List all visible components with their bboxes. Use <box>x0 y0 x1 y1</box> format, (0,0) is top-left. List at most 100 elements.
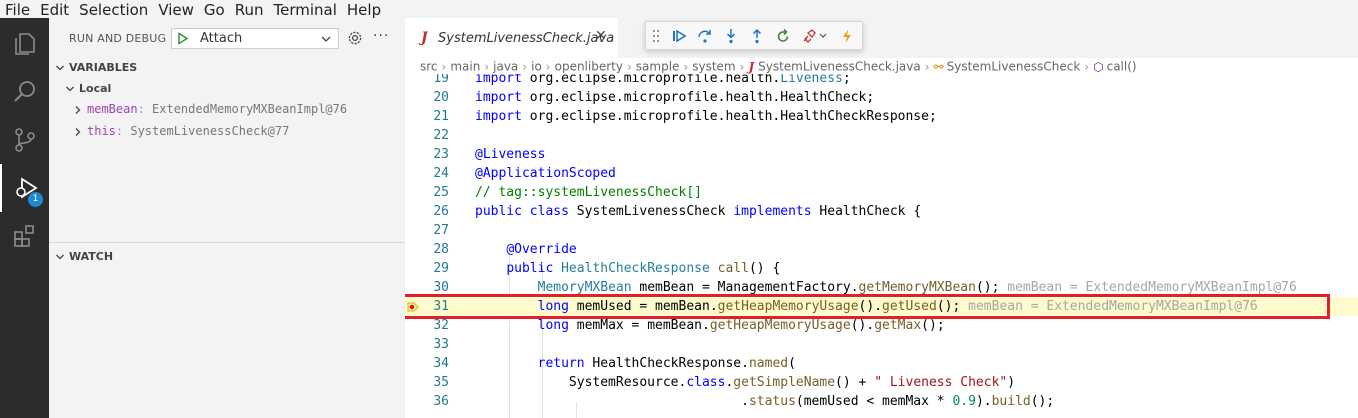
drag-handle-icon[interactable] <box>652 29 660 43</box>
search-button[interactable] <box>0 68 49 116</box>
watch-title: WATCH <box>69 250 114 263</box>
breadcrumb-item[interactable]: openliberty <box>555 60 623 74</box>
code-line: 22 <box>433 128 449 143</box>
chevron-down-icon <box>321 36 331 42</box>
variable-name: this <box>87 124 116 138</box>
code-line: 21 import org.eclipse.microprofile.health… <box>433 109 937 124</box>
code-line: 29 public HealthCheckResponse call() { <box>433 261 781 276</box>
step-into-button[interactable] <box>722 27 740 45</box>
variable-item[interactable]: this: SystemLivenessCheck@77 <box>49 121 405 143</box>
chevron-down-icon <box>66 86 74 92</box>
code-line: 27 <box>433 223 449 238</box>
step-out-button[interactable] <box>748 27 766 45</box>
tab-bar: J SystemLivenessCheck.java ✕ <box>405 18 1358 58</box>
breadcrumb-item[interactable]: io <box>531 60 542 74</box>
gear-icon[interactable] <box>347 30 363 46</box>
continue-icon <box>673 29 687 43</box>
variable-name: memBean <box>87 102 138 116</box>
code-line: 23 @Liveness <box>433 147 546 162</box>
chevron-down-icon <box>56 254 64 260</box>
close-icon[interactable]: ✕ <box>595 28 607 44</box>
menu-view[interactable]: View <box>153 1 199 19</box>
extensions-button[interactable] <box>0 212 49 260</box>
step-into-icon <box>726 29 736 44</box>
code-line: 33 <box>433 337 449 352</box>
run-debug-header: RUN AND DEBUG Attach ··· <box>49 18 405 58</box>
start-debug-icon[interactable] <box>176 32 189 45</box>
menu-selection[interactable]: Selection <box>74 1 153 19</box>
code-line: 26 public class SystemLivenessCheck imple… <box>433 204 922 219</box>
local-scope[interactable]: Local <box>49 79 405 99</box>
debug-toolbar <box>645 21 863 50</box>
search-icon <box>13 81 35 102</box>
code-line: 24 @ApplicationScoped <box>433 166 616 181</box>
step-over-icon <box>698 30 711 43</box>
breadcrumb-item[interactable]: SystemLivenessCheck <box>947 60 1081 74</box>
menu-terminal[interactable]: Terminal <box>269 1 342 19</box>
code-line: 20 import org.eclipse.microprofile.health… <box>433 90 875 105</box>
editor-area: J SystemLivenessCheck.java ✕ src › main … <box>405 18 1358 418</box>
restart-icon <box>777 28 789 42</box>
run-debug-sidebar: RUN AND DEBUG Attach ··· VARIABLES Local <box>49 18 405 418</box>
disconnect-button[interactable] <box>800 27 828 45</box>
source-control-button[interactable] <box>0 116 49 164</box>
variable-item[interactable]: memBean: ExtendedMemoryMXBeanImpl@76 <box>49 99 405 121</box>
method-icon: ⬡ <box>1093 59 1104 74</box>
menu-file[interactable]: File <box>0 1 35 19</box>
code-line: 35 SystemResource.class.getSimpleName() … <box>433 375 1016 390</box>
breadcrumb-item[interactable]: sample <box>636 60 680 74</box>
code-editor[interactable]: 19 import org.eclipse.microprofile.health… <box>405 74 1358 418</box>
code-line: 28 @Override <box>433 242 577 257</box>
java-file-icon: J <box>748 59 755 74</box>
hot-code-replace-button[interactable] <box>838 27 856 45</box>
menu-go[interactable]: Go <box>199 1 230 19</box>
breadcrumb-item[interactable]: call() <box>1107 60 1137 74</box>
breadcrumb-item[interactable]: SystemLivenessCheck.java <box>758 60 921 74</box>
explorer-button[interactable] <box>0 20 49 68</box>
restart-button[interactable] <box>774 27 792 45</box>
code-line: 34 return HealthCheckResponse.named( <box>433 356 796 371</box>
class-icon: ⚯ <box>933 59 944 74</box>
code-line: 36 .status(memUsed < memMax * 0.9).build… <box>433 394 1055 409</box>
chevron-right-icon <box>75 106 81 114</box>
extensions-icon <box>13 225 34 247</box>
section-divider <box>49 242 405 243</box>
run-debug-button[interactable]: 1 <box>0 164 49 212</box>
step-over-button[interactable] <box>696 27 714 45</box>
menu-run[interactable]: Run <box>230 1 269 19</box>
debug-badge: 1 <box>28 192 43 207</box>
launch-config-label: Attach <box>200 31 243 46</box>
menu-bar: File Edit Selection View Go Run Terminal Help <box>0 0 1358 19</box>
watch-section-header[interactable]: WATCH <box>49 247 405 267</box>
code-line: 19 import org.eclipse.microprofile.health… <box>433 74 851 86</box>
variable-value: ExtendedMemoryMXBeanImpl@76 <box>152 102 348 116</box>
code-line: 25// tag::systemLivenessCheck[] <box>433 185 702 200</box>
tab-label: SystemLivenessCheck.java <box>438 31 615 46</box>
local-scope-label: Local <box>79 82 112 95</box>
breadcrumb-item[interactable]: src <box>420 60 438 74</box>
lightning-icon <box>843 29 851 43</box>
variables-title: VARIABLES <box>69 61 138 74</box>
editor-tab[interactable]: J SystemLivenessCheck.java ✕ <box>405 18 618 58</box>
menu-edit[interactable]: Edit <box>35 1 74 19</box>
variables-section-header[interactable]: VARIABLES <box>49 58 405 78</box>
breadcrumb: src › main › java › io › openliberty › sample › syst… <box>420 59 1137 74</box>
activity-bar: 1 <box>0 18 49 418</box>
breadcrumb-item[interactable]: java <box>493 60 518 74</box>
files-icon <box>14 33 35 55</box>
chevron-down-icon <box>56 65 64 71</box>
more-actions-icon[interactable]: ··· <box>373 28 389 44</box>
breadcrumb-item[interactable]: main <box>450 60 480 74</box>
step-out-icon <box>752 28 762 44</box>
run-debug-title: RUN AND DEBUG <box>69 32 167 45</box>
menu-help[interactable]: Help <box>342 1 386 19</box>
launch-config-select[interactable]: Attach <box>171 28 339 49</box>
chevron-right-icon <box>75 128 81 136</box>
continue-button[interactable] <box>670 27 688 45</box>
highlight-annotation-box <box>405 294 1330 319</box>
breadcrumb-item[interactable]: system <box>692 60 735 74</box>
variable-value: SystemLivenessCheck@77 <box>130 124 290 138</box>
source-control-icon <box>14 128 35 152</box>
disconnect-icon <box>803 29 827 43</box>
java-file-icon: J <box>421 30 428 46</box>
